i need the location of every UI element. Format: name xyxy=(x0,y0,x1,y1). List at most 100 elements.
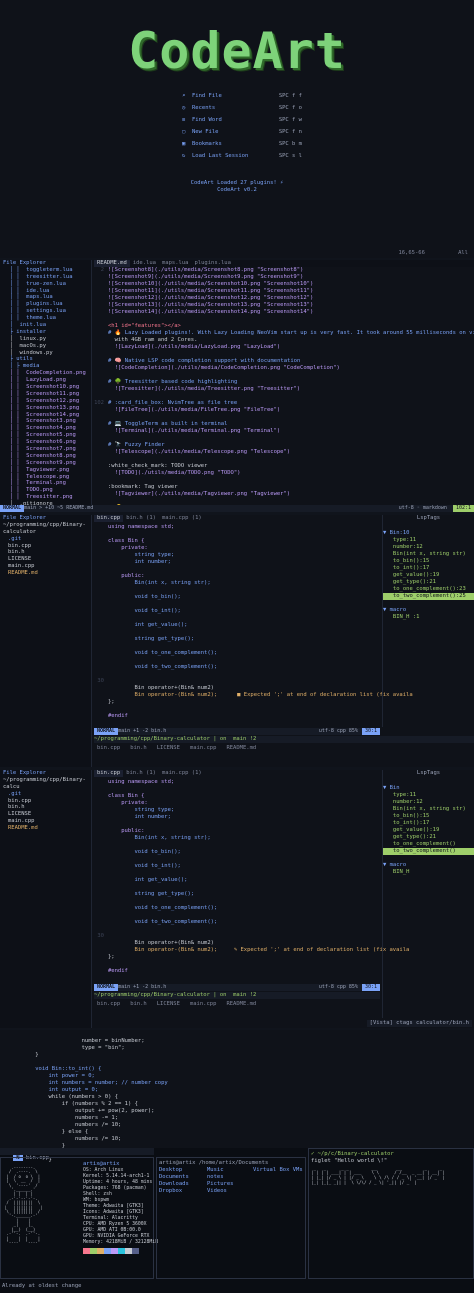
file-item[interactable]: main.cpp xyxy=(0,563,91,570)
file-item[interactable]: Pictures xyxy=(207,1181,253,1188)
file-item[interactable]: Videos xyxy=(207,1188,253,1195)
editor-tab[interactable]: ide.lua xyxy=(130,260,159,267)
lsp-tag-item[interactable] xyxy=(383,855,474,862)
tree-item[interactable]: │ │ Screenshot12.png xyxy=(0,398,91,405)
buffer-tab[interactable]: README.md xyxy=(223,745,259,752)
buffer-tab[interactable]: main.cpp xyxy=(187,1001,220,1008)
file-item[interactable]: bin.h xyxy=(0,549,91,556)
file-item[interactable]: README.md xyxy=(0,825,91,832)
file-item[interactable]: .git xyxy=(0,536,91,543)
lsp-tag-item[interactable]: number:12 xyxy=(383,799,474,806)
lsp-tag-item[interactable] xyxy=(383,600,474,607)
status-encoding: utf-8 cpp 85% xyxy=(318,728,358,735)
menu-item-label: Find File xyxy=(192,92,222,99)
lsp-tag-item[interactable]: to_int():17 xyxy=(383,820,474,827)
lsp-tag-item[interactable]: get_type():21 xyxy=(383,834,474,841)
line-text: private: xyxy=(108,800,148,806)
file-item[interactable]: README.md xyxy=(0,570,91,577)
dashboard-menu-item[interactable]: ▣ Bookmarks SPC b m xyxy=(182,138,302,150)
lsp-tag-item[interactable]: ▼ Bin xyxy=(383,785,474,792)
editor-tab[interactable]: plugins.lua xyxy=(192,260,234,267)
lsp-tag-item[interactable]: ▼ macro xyxy=(383,862,474,869)
lsp-tag-item[interactable]: type:11 xyxy=(383,792,474,799)
dashboard-menu-item[interactable]: ▢ New File SPC f n xyxy=(182,126,302,138)
file-item[interactable]: Virtual Box VMs xyxy=(253,1167,303,1174)
buffer-tab[interactable]: bin.cpp xyxy=(94,745,123,752)
dashboard-menu-item[interactable]: ⌕ Find File SPC f f xyxy=(182,90,302,102)
tree-item[interactable]: │ │ Screenshot7.png xyxy=(0,446,91,453)
dashboard-menu-item[interactable]: ≡ Find Word SPC f w xyxy=(182,114,302,126)
tree-item[interactable]: │ init.lua xyxy=(0,322,91,329)
editor-tab[interactable]: maps.lua xyxy=(159,260,192,267)
file-item[interactable]: Documents xyxy=(159,1174,207,1181)
lsp-tag-item[interactable]: get_type():21 xyxy=(383,579,474,586)
tree-item[interactable]: │ │ Screenshot13.png xyxy=(0,405,91,412)
tree-item[interactable]: │ linux.py xyxy=(0,336,91,343)
lsp-tag-item[interactable]: get_value():19 xyxy=(383,827,474,834)
lsp-tag-item[interactable]: to_bin():15 xyxy=(383,813,474,820)
dashboard-menu-item[interactable]: ↻ Load Last Session SPC s l xyxy=(182,150,302,162)
lsp-tag-item[interactable]: to_one_complement() xyxy=(383,841,474,848)
file-item[interactable]: Desktop xyxy=(159,1167,207,1174)
tree-item[interactable]: │ │ theme.lua xyxy=(0,315,91,322)
editor-tab[interactable]: main.cpp (1) xyxy=(159,770,205,777)
buffer-tab[interactable]: README.md xyxy=(223,1001,259,1008)
file-item[interactable]: Dropbox xyxy=(159,1188,207,1195)
file-item[interactable]: main.cpp xyxy=(0,818,91,825)
buffer-tab[interactable]: bin.h xyxy=(127,745,150,752)
tree-item[interactable]: │ macOs.py xyxy=(0,343,91,350)
lsp-tag-item[interactable]: ▼ Bin:10 xyxy=(383,530,474,537)
tree-item[interactable]: │ │ Screenshot9.png xyxy=(0,460,91,467)
lsp-tag-item[interactable]: to_two_complement() xyxy=(383,847,474,855)
lsp-tag-item[interactable]: number:12 xyxy=(383,544,474,551)
buffer-tab[interactable]: bin.h xyxy=(127,1001,150,1008)
line-text: Bin operator+(Bin& num2) xyxy=(108,940,214,946)
code-line: :white_check_mark: TODO viewer xyxy=(94,463,474,470)
tree-item[interactable]: │ │ Screenshot10.png xyxy=(0,384,91,391)
file-item[interactable]: bin.cpp xyxy=(0,798,91,805)
file-item[interactable]: .git xyxy=(0,791,91,798)
buffer-tab[interactable]: bin.cpp xyxy=(94,1001,123,1008)
tree-item[interactable]: │ │ treesitter.lua xyxy=(0,274,91,281)
code-line: int output = 0; xyxy=(22,1087,99,1093)
winbar: ~/programming/cpp/Binary-calculator | on… xyxy=(94,992,380,999)
lsp-tag-item[interactable]: BIN_H :1 xyxy=(383,614,474,621)
file-item[interactable]: bin.h xyxy=(0,804,91,811)
dashboard-menu-item[interactable]: ◷ Recents SPC f o xyxy=(182,102,302,114)
file-item[interactable]: LICENSE xyxy=(0,811,91,818)
file-item[interactable]: bin.cpp xyxy=(0,543,91,550)
lsp-tag-item[interactable]: to_two_complement():25 xyxy=(383,592,474,600)
lsp-tag-item[interactable]: ▼ macro xyxy=(383,607,474,614)
lsp-tag-item[interactable]: type:11 xyxy=(383,537,474,544)
tree-item[interactable]: │ │ Screenshot11.png xyxy=(0,391,91,398)
editor-tab[interactable]: bin.h (1) xyxy=(123,770,159,777)
editor-tab[interactable]: bin.h (1) xyxy=(123,515,159,522)
lsp-tag-item[interactable]: to_int():17 xyxy=(383,565,474,572)
tree-item[interactable]: │ │ toggleterm.lua xyxy=(0,267,91,274)
buffer-tab[interactable]: LICENSE xyxy=(154,745,183,752)
tree-item[interactable]: ├ installer xyxy=(0,329,91,336)
file-item[interactable]: notes xyxy=(207,1174,253,1181)
editor-tab[interactable]: README.md xyxy=(94,260,130,267)
file-item[interactable]: Downloads xyxy=(159,1181,207,1188)
lsp-tag-item[interactable]: Bin(int x, string str) xyxy=(383,806,474,813)
tree-item[interactable]: │ │ Tagviewer.png xyxy=(0,467,91,474)
lsp-tag-item[interactable]: BIN_H xyxy=(383,869,474,876)
file-item[interactable]: Music xyxy=(207,1167,253,1174)
editor-tab[interactable]: bin.cpp xyxy=(94,515,124,522)
tree-item[interactable]: │ │ LazyLoad.png xyxy=(0,377,91,384)
buffer-tab[interactable]: main.cpp xyxy=(187,745,220,752)
tree-item[interactable]: │ │ Screenshot6.png xyxy=(0,439,91,446)
lsp-tag-item[interactable]: to_one_complement():23 xyxy=(383,586,474,593)
code-line: ![Screenshot9](./utils/media/Screenshot9… xyxy=(94,274,474,281)
file-item[interactable]: LICENSE xyxy=(0,556,91,563)
tree-item[interactable]: │ │ Screenshot8.png xyxy=(0,453,91,460)
editor-tab[interactable]: bin.cpp xyxy=(94,770,124,777)
lsp-tag-item[interactable]: to_bin():15 xyxy=(383,558,474,565)
lsp-tag-item[interactable]: Bin(int x, string str) xyxy=(383,551,474,558)
buffer-tab[interactable]: LICENSE xyxy=(154,1001,183,1008)
lsp-tag-item[interactable]: get_value():19 xyxy=(383,572,474,579)
tree-item[interactable]: │ │ true-zen.lua xyxy=(0,281,91,288)
editor-tab[interactable]: main.cpp (1) xyxy=(159,515,205,522)
